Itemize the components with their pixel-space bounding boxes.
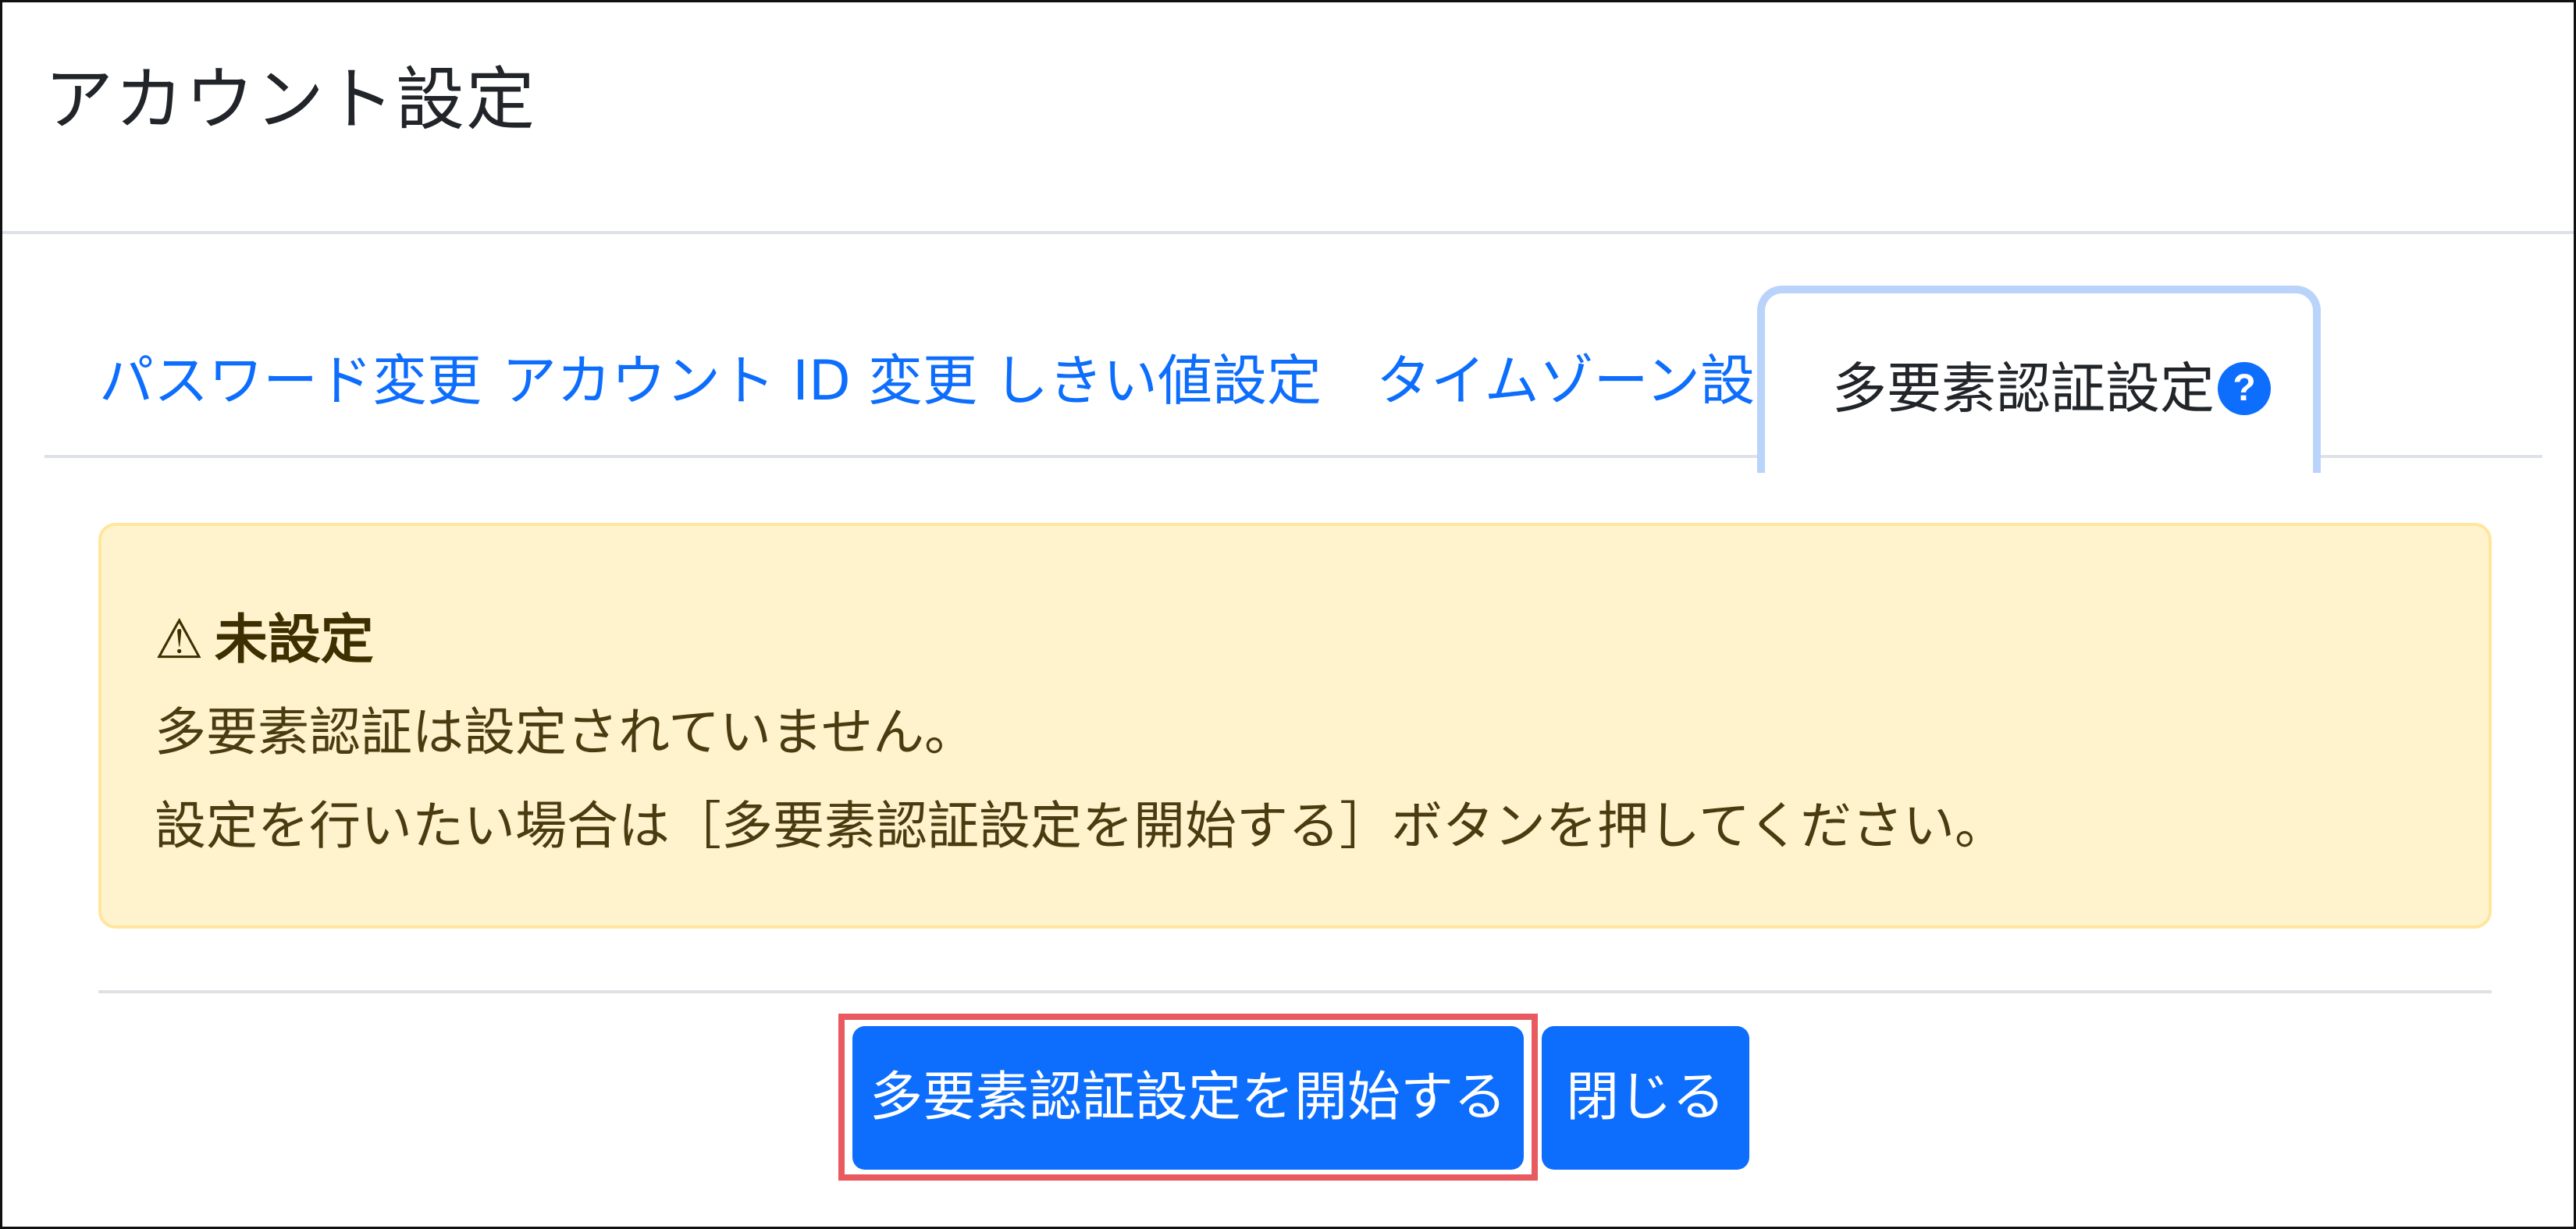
alert-message-line-2: 設定を行いたい場合は［多要素認証設定を開始する］ボタンを押してください。 bbox=[155, 796, 2007, 856]
start-mfa-setup-button[interactable]: 多要素認証設定を開始する bbox=[852, 1026, 1524, 1170]
warning-alert: ⚠ 未設定 多要素認証は設定されていません。 設定を行いたい場合は［多要素認証設定… bbox=[98, 523, 2492, 929]
page-header: アカウント設定 bbox=[2, 2, 2574, 234]
account-settings-window: アカウント設定 パスワード変更 アカウント ID 変更 しきい値設定 タイムゾー… bbox=[0, 0, 2576, 1229]
page-title: アカウント設定 bbox=[44, 59, 537, 140]
tab-timezone-settings[interactable]: タイムゾーン設定 bbox=[1376, 330, 1809, 432]
alert-message-line-1: 多要素認証は設定されていません。 bbox=[155, 702, 977, 762]
alert-heading-text: 未設定 bbox=[214, 609, 374, 671]
tab-mfa-settings-label: 多要素認証設定 bbox=[1832, 357, 2215, 421]
tab-mfa-settings[interactable]: 多要素認証設定 ? bbox=[1757, 286, 2321, 473]
tab-password-change[interactable]: パスワード変更 bbox=[99, 330, 482, 432]
alert-heading: ⚠ 未設定 bbox=[155, 600, 374, 678]
tab-threshold-settings[interactable]: しきい値設定 bbox=[994, 330, 1322, 432]
close-button[interactable]: 閉じる bbox=[1542, 1026, 1749, 1170]
tab-account-id-change[interactable]: アカウント ID 変更 bbox=[502, 330, 977, 432]
footer-divider bbox=[98, 990, 2492, 993]
question-circle-icon[interactable]: ? bbox=[2218, 362, 2271, 415]
warning-triangle-icon: ⚠ bbox=[155, 607, 204, 671]
